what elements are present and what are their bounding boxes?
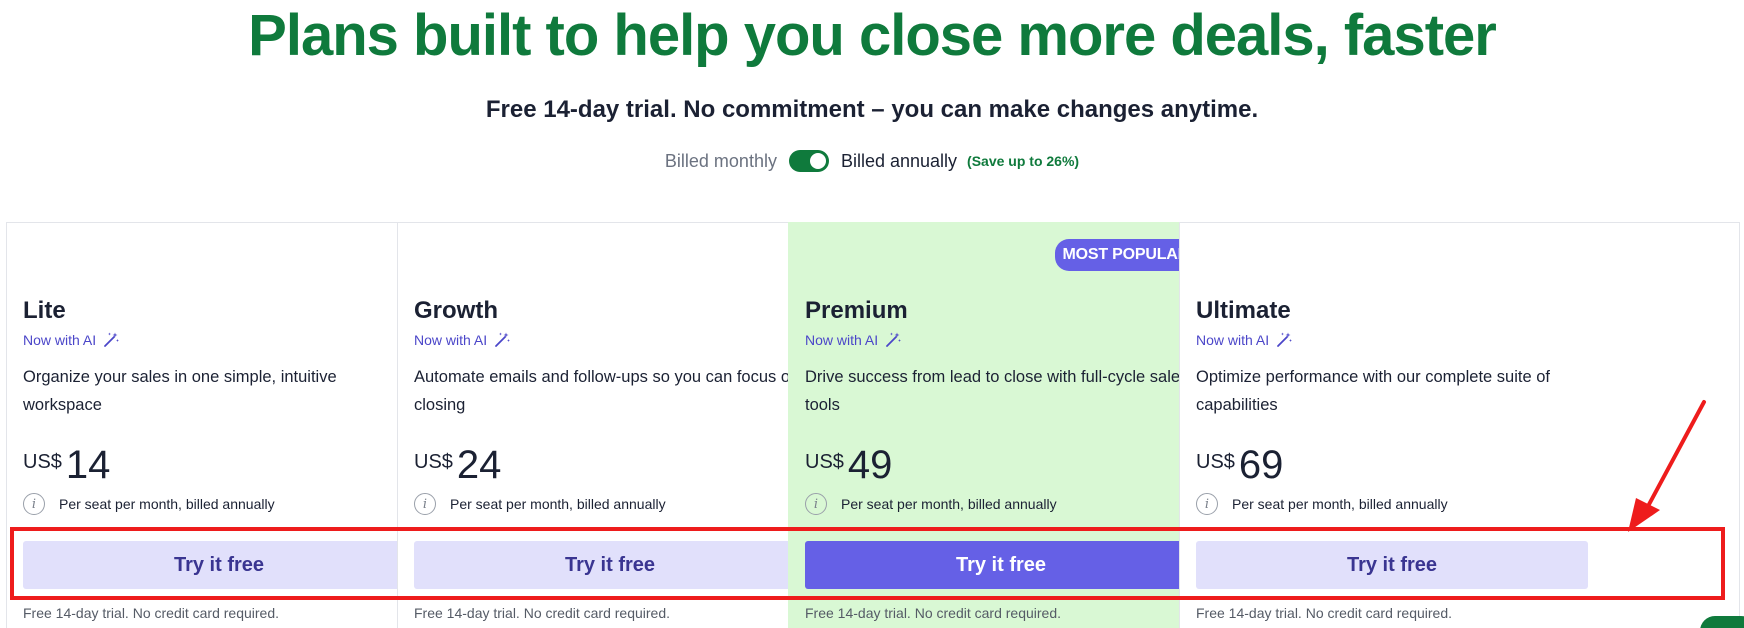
price: US$ 14 [23, 443, 110, 488]
billed-annually-label[interactable]: Billed annually [841, 151, 957, 172]
info-icon[interactable]: i [414, 493, 436, 515]
ai-tag: Now with AI [1196, 331, 1293, 349]
magic-wand-icon [104, 332, 120, 347]
info-icon[interactable]: i [805, 493, 827, 515]
trial-note: Free 14-day trial. No credit card requir… [23, 605, 279, 621]
plan-name: Ultimate [1196, 297, 1291, 324]
trial-note: Free 14-day trial. No credit card requir… [1196, 605, 1452, 621]
price-amount: 69 [1238, 443, 1284, 487]
price: US$ 24 [414, 443, 501, 488]
billed-monthly-label[interactable]: Billed monthly [665, 151, 777, 172]
ai-label: Now with AI [23, 332, 97, 348]
price-currency: US$ [805, 451, 844, 473]
billing-note-row: i Per seat per month, billed annually [414, 493, 666, 515]
info-icon[interactable]: i [23, 493, 45, 515]
billing-note: Per seat per month, billed annually [841, 496, 1057, 512]
save-badge: (Save up to 26%) [967, 153, 1080, 169]
price-currency: US$ [414, 451, 453, 473]
trial-note: Free 14-day trial. No credit card requir… [414, 605, 670, 621]
billing-note: Per seat per month, billed annually [1232, 496, 1448, 512]
plan-cards: Lite Now with AI Organize your sales in … [6, 222, 1740, 628]
billing-note-row: i Per seat per month, billed annually [805, 493, 1057, 515]
price-currency: US$ [1196, 451, 1235, 473]
price-amount: 14 [65, 443, 111, 487]
plan-name: Lite [23, 297, 66, 324]
billing-note: Per seat per month, billed annually [450, 496, 666, 512]
try-it-free-button-ultimate[interactable]: Try it free [1196, 541, 1588, 589]
plan-name: Growth [414, 297, 498, 324]
price: US$ 69 [1196, 443, 1283, 488]
ai-tag: Now with AI [23, 331, 120, 349]
trial-note: Free 14-day trial. No credit card requir… [805, 605, 1061, 621]
billing-note-row: i Per seat per month, billed annually [23, 493, 275, 515]
ai-label: Now with AI [805, 332, 879, 348]
billing-toggle-row: Billed monthly Billed annually (Save up … [0, 150, 1744, 172]
plan-description: Drive success from lead to close with fu… [805, 368, 1189, 414]
page-headline: Plans built to help you close more deals… [248, 3, 1497, 68]
ai-label: Now with AI [414, 332, 488, 348]
plan-description: Organize your sales in one simple, intui… [23, 368, 337, 414]
pricing-page: Plans built to help you close more deals… [0, 0, 1744, 628]
info-icon[interactable]: i [1196, 493, 1218, 515]
billing-note: Per seat per month, billed annually [59, 496, 275, 512]
billing-note-row: i Per seat per month, billed annually [1196, 493, 1448, 515]
magic-wand-icon [1277, 332, 1293, 347]
page-subhead: Free 14-day trial. No commitment – you c… [485, 96, 1259, 123]
ai-tag: Now with AI [805, 331, 902, 349]
magic-wand-icon [886, 332, 902, 347]
try-it-free-button-premium[interactable]: Try it free [805, 541, 1197, 589]
plan-description: Optimize performance with our complete s… [1196, 368, 1550, 414]
price: US$ 49 [805, 443, 892, 488]
magic-wand-icon [495, 332, 511, 347]
price-currency: US$ [23, 451, 62, 473]
try-it-free-button-growth[interactable]: Try it free [414, 541, 806, 589]
plan-name: Premium [805, 297, 908, 324]
billing-toggle[interactable] [788, 150, 829, 172]
price-amount: 49 [847, 443, 893, 487]
plan-card-premium: MOST POPULAR Premium Now with AI Drive s… [788, 222, 1212, 628]
chat-widget-button[interactable] [1700, 616, 1744, 628]
ai-tag: Now with AI [414, 331, 511, 349]
plan-card-growth: Growth Now with AI Automate emails and f… [397, 222, 821, 628]
plan-card-lite: Lite Now with AI Organize your sales in … [6, 222, 430, 628]
plan-description: Automate emails and follow-ups so you ca… [414, 368, 800, 414]
toggle-knob [809, 153, 826, 169]
most-popular-badge: MOST POPULAR [1054, 239, 1197, 271]
ai-label: Now with AI [1196, 332, 1270, 348]
try-it-free-button-lite[interactable]: Try it free [23, 541, 415, 589]
plan-card-ultimate: Ultimate Now with AI Optimize performanc… [1179, 222, 1740, 628]
price-amount: 24 [456, 443, 502, 487]
